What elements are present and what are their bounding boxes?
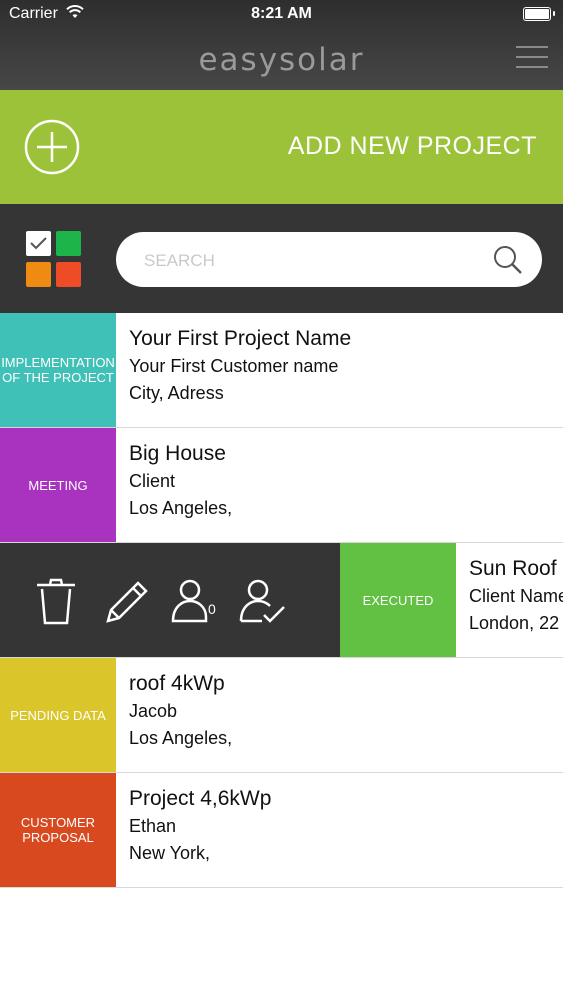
project-info: Your First Project Name Your First Custo… <box>129 327 351 410</box>
pencil-edit-icon[interactable] <box>102 577 150 625</box>
search-input[interactable] <box>142 232 476 289</box>
app-logo: easysolar <box>198 42 365 78</box>
project-address: City, Adress <box>129 383 224 403</box>
status-tag: IMPLEMENTATION OF THE PROJECT <box>0 313 116 427</box>
status-bar: Carrier 8:21 AM <box>0 0 563 30</box>
project-name: Your First Project Name <box>129 327 352 350</box>
project-address: New York, <box>129 843 211 863</box>
trash-icon[interactable] <box>32 577 80 625</box>
project-address: London, 22 <box>469 613 560 633</box>
project-info: Sun Roof Client Name London, 22 <box>469 557 563 640</box>
project-row-content[interactable]: EXECUTED Sun Roof Client Name London, 22 <box>340 543 563 657</box>
status-time: 8:21 AM <box>251 5 312 22</box>
project-address: Los Angeles, <box>129 498 233 518</box>
user-check-icon[interactable] <box>238 577 286 625</box>
project-row[interactable]: IMPLEMENTATION OF THE PROJECT Your First… <box>0 313 563 428</box>
project-name: roof 4kWp <box>129 672 225 695</box>
filter-orange-tile <box>26 262 51 287</box>
project-info: roof 4kWp Jacob Los Angeles, <box>129 672 232 755</box>
project-name: Project 4,6kWp <box>129 787 272 810</box>
status-tag: CUSTOMER PROPOSAL <box>0 773 116 887</box>
customer-name: Jacob <box>129 701 178 721</box>
status-tag: MEETING <box>0 428 116 542</box>
add-new-project-label: ADD NEW PROJECT <box>287 132 537 160</box>
plus-circle-icon <box>24 119 80 175</box>
app-header: Carrier 8:21 AM easysolar <box>0 0 563 90</box>
project-name: Big House <box>129 442 226 465</box>
project-row-swiped[interactable]: 0 EXECUTED Sun Roof Client Name London, … <box>0 543 563 658</box>
hamburger-menu-icon[interactable] <box>516 46 548 70</box>
project-address: Los Angeles, <box>129 728 233 748</box>
status-tag: EXECUTED <box>340 543 456 657</box>
customer-name: Client Name <box>469 586 563 606</box>
project-info: Big House Client Los Angeles, <box>129 442 232 525</box>
add-new-project-button[interactable]: ADD NEW PROJECT <box>0 90 563 204</box>
project-row[interactable]: MEETING Big House Client Los Angeles, <box>0 428 563 543</box>
customer-name: Ethan <box>129 816 177 836</box>
filter-all-tile <box>26 231 51 256</box>
search-icon[interactable] <box>492 244 524 276</box>
search-field <box>116 232 542 289</box>
project-row[interactable]: PENDING DATA roof 4kWp Jacob Los Angeles… <box>0 658 563 773</box>
filter-green-tile <box>56 231 81 256</box>
project-name: Sun Roof <box>469 557 557 580</box>
customer-name: Client <box>129 471 176 491</box>
project-row[interactable]: CUSTOMER PROPOSAL Project 4,6kWp Ethan N… <box>0 773 563 888</box>
project-info: Project 4,6kWp Ethan New York, <box>129 787 271 870</box>
customer-name: Your First Customer name <box>129 356 339 376</box>
filter-red-tile <box>56 262 81 287</box>
invite-count: 0 <box>208 601 216 617</box>
row-actions: 0 <box>0 543 340 657</box>
status-filter-icon[interactable] <box>26 231 81 287</box>
search-toolbar <box>0 204 563 313</box>
status-tag: PENDING DATA <box>0 658 116 772</box>
battery-icon <box>523 7 555 21</box>
